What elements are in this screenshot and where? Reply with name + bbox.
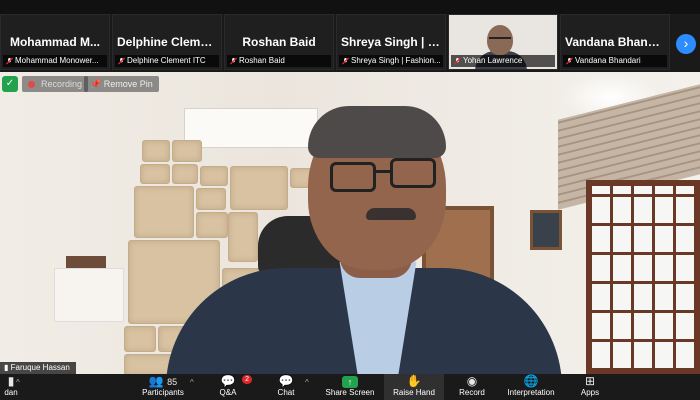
speaker-glasses-bridge	[374, 170, 392, 173]
participant-video-glasses	[489, 37, 511, 42]
qa-badge: 2	[242, 375, 252, 384]
interpretation-button[interactable]: 🌐 Interpretation	[496, 374, 566, 400]
participants-label: Participants	[142, 388, 184, 397]
participant-label-text: Mohammad Monower...	[15, 56, 99, 65]
participant-name: Mohammad M...	[9, 35, 100, 49]
participant-strip: Mohammad M... Mohammad Monower... Delphi…	[0, 14, 700, 72]
participant-label: Yohan Lawrence	[451, 55, 555, 67]
remove-pin-label: Remove Pin	[103, 79, 153, 89]
wall-panel	[124, 326, 156, 352]
participant-name: Roshan Baid	[242, 35, 316, 49]
video-ceiling-fixture	[184, 108, 318, 148]
speaker-mustache	[366, 208, 416, 220]
caret-up-icon[interactable]: ^	[190, 378, 194, 387]
wall-panel	[200, 166, 228, 186]
speaker-name-text: Faruque Hassan	[10, 363, 70, 372]
apps-button[interactable]: ⊞ Apps	[574, 374, 606, 400]
raise-hand-button[interactable]: ✋ Raise Hand	[384, 374, 444, 400]
participant-label: Mohammad Monower...	[3, 55, 107, 67]
raise-hand-label: Raise Hand	[393, 388, 435, 397]
participant-label: Shreya Singh | Fashion...	[339, 55, 443, 67]
title-bar	[0, 0, 700, 14]
wall-panel	[196, 212, 228, 238]
chat-label: Chat	[277, 388, 295, 397]
record-label: Record	[459, 388, 485, 397]
qa-button[interactable]: 💬 2 Q&A	[210, 374, 252, 400]
toolbar-left-label: dan	[4, 388, 18, 397]
mic-muted-icon	[6, 57, 13, 65]
participant-label: Vandana Bhandari	[563, 55, 667, 67]
next-page-chevron-icon[interactable]: ›	[676, 34, 696, 54]
wall-panel	[140, 164, 170, 184]
share-screen-icon: ↑	[320, 374, 380, 388]
participants-button[interactable]: 👥 85 Participants	[128, 374, 198, 400]
participant-video-tile[interactable]: Yohan Lawrence	[448, 14, 558, 70]
participant-label: Delphine Clement ITC	[115, 55, 219, 67]
record-icon: ◉	[466, 374, 478, 388]
participant-label: Roshan Baid	[227, 55, 331, 67]
mic-muted-icon	[118, 57, 125, 65]
recording-text: Recording	[41, 79, 83, 89]
video-shelf	[54, 268, 124, 322]
share-screen-button[interactable]: ↑ Share Screen	[320, 374, 380, 400]
qa-icon: 💬	[220, 374, 236, 388]
meeting-toolbar: ▮ dan ^ 👥 85 Participants ^ 💬 2 Q&A 💬 Ch…	[0, 374, 700, 400]
video-picture-frame	[530, 210, 562, 250]
chat-button[interactable]: 💬 Chat	[270, 374, 302, 400]
main-video[interactable]: ✓ Recording 📌 Remove Pin ▮ Faruque Hassa…	[0, 72, 700, 374]
mic-muted-icon	[230, 57, 237, 65]
globe-icon: 🌐	[523, 374, 539, 388]
participant-tile[interactable]: Mohammad M... Mohammad Monower...	[0, 14, 110, 70]
mic-muted-icon	[454, 57, 461, 65]
participant-name: Vandana Bhand...	[565, 35, 666, 49]
pin-icon: 📌	[90, 79, 102, 89]
zoom-meeting-window: Mohammad M... Mohammad Monower... Delphi…	[0, 0, 700, 400]
speaker-hair	[308, 106, 446, 158]
speaker-glasses-left	[330, 162, 376, 192]
recording-indicator[interactable]: Recording	[22, 76, 89, 92]
qa-label: Q&A	[219, 388, 237, 397]
apps-label: Apps	[580, 388, 600, 397]
speaker-glasses-right	[390, 158, 436, 188]
video-window	[586, 180, 700, 374]
wall-panel	[172, 164, 198, 184]
record-dot-icon	[28, 81, 35, 88]
caret-up-icon[interactable]: ^	[16, 378, 20, 387]
participant-name: Shreya Singh | F...	[341, 35, 444, 49]
video-books	[66, 256, 106, 268]
mic-muted-icon	[342, 57, 349, 65]
participant-label-text: Roshan Baid	[239, 56, 285, 65]
wall-panel	[134, 186, 194, 238]
wall-panel	[230, 166, 288, 210]
participant-name: Delphine Cleme...	[117, 35, 218, 49]
speaker-name-label: ▮ Faruque Hassan	[0, 362, 76, 374]
wall-panel	[142, 140, 170, 162]
wall-panel	[196, 188, 226, 210]
remove-pin-button[interactable]: 📌 Remove Pin	[84, 76, 159, 92]
participant-label-text: Vandana Bhandari	[575, 56, 641, 65]
participants-icon: 👥 85	[148, 374, 178, 388]
signal-bars-icon: ▮	[4, 363, 9, 372]
participant-label-text: Delphine Clement ITC	[127, 56, 206, 65]
caret-up-icon[interactable]: ^	[305, 378, 309, 387]
security-shield-icon[interactable]: ✓	[2, 76, 18, 92]
participants-count: 85	[167, 377, 178, 387]
apps-icon: ⊞	[584, 374, 596, 388]
participant-tile[interactable]: Vandana Bhand... Vandana Bhandari	[560, 14, 670, 70]
participant-tile[interactable]: Delphine Cleme... Delphine Clement ITC	[112, 14, 222, 70]
record-button[interactable]: ◉ Record	[452, 374, 492, 400]
wall-panel	[172, 140, 202, 162]
mic-muted-icon	[566, 57, 573, 65]
participant-label-text: Shreya Singh | Fashion...	[351, 56, 441, 65]
wall-panel	[228, 212, 258, 262]
share-screen-label: Share Screen	[325, 388, 375, 397]
participant-label-text: Yohan Lawrence	[463, 56, 523, 65]
participant-tile[interactable]: Shreya Singh | F... Shreya Singh | Fashi…	[336, 14, 446, 70]
video-window-grid	[592, 186, 694, 368]
participant-tile[interactable]: Roshan Baid Roshan Baid	[224, 14, 334, 70]
chat-icon: 💬	[278, 374, 294, 388]
hand-icon: ✋	[406, 374, 422, 388]
interpretation-label: Interpretation	[507, 388, 555, 397]
